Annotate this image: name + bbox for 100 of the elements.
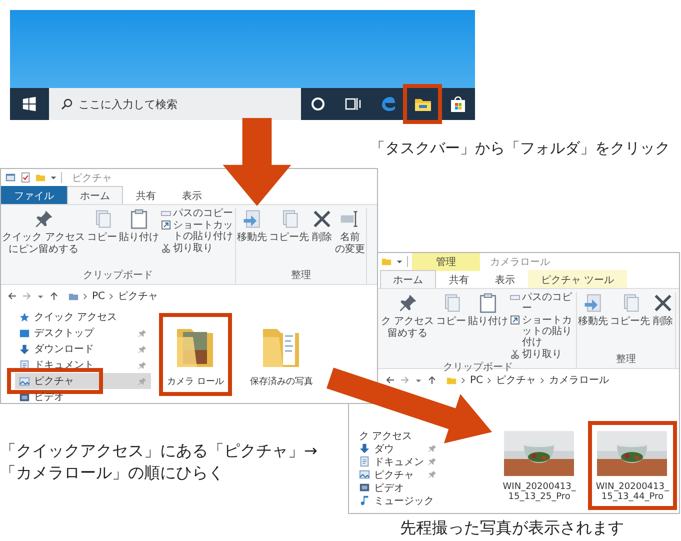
nav-item[interactable]: ピクチャ bbox=[15, 373, 151, 389]
search-icon bbox=[60, 98, 73, 110]
ribbon-button[interactable]: コピー bbox=[87, 208, 118, 244]
music-icon bbox=[359, 495, 370, 506]
nav-item[interactable]: ク アクセス bbox=[355, 429, 441, 442]
back-arrow-icon[interactable] bbox=[7, 291, 17, 301]
chevron-icon bbox=[461, 376, 466, 384]
nav-item[interactable]: デスクトップ bbox=[15, 325, 151, 341]
ribbon-button[interactable]: 貼り付け bbox=[119, 208, 160, 244]
ribbon-button[interactable]: ク アクセス 留めする bbox=[381, 292, 434, 340]
caption: 「クイックアクセス」にある「ピクチャ」→ bbox=[0, 440, 318, 462]
caption: 先程撮った写真が表示されます bbox=[400, 518, 624, 539]
download-icon bbox=[19, 344, 30, 354]
windows-icon[interactable] bbox=[22, 96, 37, 112]
breadcrumb[interactable]: カメラロール bbox=[549, 373, 610, 387]
nav-item[interactable]: ビデオ bbox=[15, 389, 151, 403]
ribbon-button[interactable]: パスのコピー bbox=[161, 208, 234, 219]
caret-icon[interactable] bbox=[50, 174, 57, 181]
ribbon-button[interactable]: 削除 bbox=[652, 292, 674, 328]
ribbon-tab[interactable]: ホーム bbox=[380, 270, 436, 288]
ribbon-button[interactable]: 移動先 bbox=[237, 208, 268, 244]
ribbon-tab[interactable]: 表示 bbox=[482, 270, 528, 288]
window-icon[interactable] bbox=[5, 172, 16, 183]
file-name: 保存済みの写真 bbox=[250, 376, 313, 388]
file-name: カメラ ロール bbox=[167, 376, 224, 388]
ribbon-tab[interactable]: 表示 bbox=[169, 186, 215, 204]
nav-item[interactable]: ビデオ bbox=[355, 481, 441, 494]
ribbon-button[interactable]: 移動先 bbox=[578, 292, 608, 328]
ribbon-button[interactable]: コピー先 bbox=[610, 292, 650, 328]
pin-icon[interactable] bbox=[138, 344, 147, 354]
chevron-icon bbox=[83, 292, 88, 300]
file-item[interactable]: カメラ ロール bbox=[159, 313, 232, 396]
pin-icon[interactable] bbox=[428, 457, 437, 466]
ribbon-tab[interactable]: ホーム bbox=[67, 186, 123, 204]
shortcut-icon bbox=[161, 220, 172, 230]
ribbon-tab[interactable]: 共有 bbox=[123, 186, 169, 204]
ribbon-tab[interactable]: ピクチャ ツール bbox=[528, 270, 628, 288]
ribbon-tab[interactable]: 共有 bbox=[436, 270, 482, 288]
ribbon-button[interactable]: クイック アクセス にピン留めする bbox=[2, 208, 86, 256]
caption: 「タスクバー」から「フォルダ」をクリック bbox=[370, 139, 670, 158]
ribbon-button[interactable]: 切り取り bbox=[161, 243, 234, 254]
forward-arrow-icon[interactable] bbox=[400, 375, 410, 385]
pin-icon[interactable] bbox=[138, 328, 147, 338]
document-icon bbox=[359, 456, 370, 467]
nav-item[interactable]: クイック アクセス bbox=[15, 309, 151, 325]
download-icon bbox=[359, 443, 370, 454]
nav-item[interactable]: ピクチャ bbox=[355, 468, 441, 481]
scissors-icon bbox=[510, 349, 520, 359]
pin-icon[interactable] bbox=[428, 444, 437, 453]
caret-icon[interactable] bbox=[37, 292, 44, 300]
caret-icon[interactable] bbox=[415, 376, 422, 384]
ribbon-tab[interactable]: ファイル bbox=[1, 186, 67, 204]
scissors-icon bbox=[161, 243, 172, 253]
ribbon-button[interactable]: 名前 の変更 bbox=[335, 208, 366, 256]
window-title: ピクチャ bbox=[72, 172, 112, 184]
ribbon-button[interactable]: コピー先 bbox=[269, 208, 310, 244]
back-arrow-icon[interactable] bbox=[385, 375, 395, 385]
up-arrow-icon[interactable] bbox=[49, 291, 59, 301]
desktop-icon bbox=[19, 328, 30, 338]
group-label: 整理 bbox=[615, 353, 638, 367]
window-title: カメラロール bbox=[490, 256, 550, 268]
caret-icon[interactable] bbox=[396, 258, 403, 265]
breadcrumb[interactable]: PC bbox=[470, 374, 484, 386]
ribbon-button[interactable]: 切り取り bbox=[510, 349, 576, 360]
group-label: 整理 bbox=[290, 269, 312, 283]
ribbon-button[interactable]: 削除 bbox=[311, 208, 334, 244]
ribbon-button[interactable]: ショートカットの貼り付け bbox=[161, 220, 234, 242]
ribbon-button[interactable]: コピー bbox=[436, 292, 466, 328]
ribbon-button[interactable]: パスのコピー bbox=[510, 292, 576, 314]
breadcrumb[interactable]: ピクチャ bbox=[496, 373, 536, 387]
breadcrumb[interactable]: PC bbox=[92, 290, 106, 302]
checklist-icon[interactable] bbox=[20, 172, 31, 183]
path-icon bbox=[510, 292, 520, 302]
nav-item[interactable]: ダウンロード bbox=[15, 341, 151, 357]
group-label: クリップボード bbox=[82, 268, 154, 283]
star-icon bbox=[19, 312, 30, 322]
pin-icon[interactable] bbox=[138, 360, 147, 370]
search-field[interactable]: ここに入力して検索 bbox=[48, 88, 301, 120]
video-icon bbox=[359, 482, 370, 493]
chevron-icon bbox=[540, 376, 546, 384]
ribbon-button[interactable]: ショートカットの貼り付け bbox=[510, 315, 576, 348]
nav-item[interactable]: ドキュメン bbox=[355, 455, 441, 468]
caption: 「カメラロール」の順にひらく bbox=[0, 462, 225, 484]
nav-item[interactable]: ミュージック bbox=[355, 494, 441, 507]
up-arrow-icon[interactable] bbox=[427, 375, 437, 385]
ribbon-button[interactable]: 貼り付け bbox=[468, 292, 508, 328]
file-name: WIN_20200413_ 15_13_25_Pro bbox=[502, 482, 576, 502]
address-bar[interactable]: PC ピクチャ bbox=[64, 287, 377, 305]
nav-item[interactable]: ダウ bbox=[355, 442, 441, 455]
file-item[interactable]: WIN_20200413_ 15_13_44_Pro bbox=[588, 421, 677, 510]
pin-icon[interactable] bbox=[428, 470, 437, 479]
file-name: WIN_20200413_ 15_13_44_Pro bbox=[596, 482, 669, 502]
breadcrumb[interactable]: ピクチャ bbox=[118, 289, 158, 303]
pictures-icon bbox=[359, 469, 370, 480]
pictures-icon bbox=[19, 376, 30, 386]
file-item[interactable]: WIN_20200413_ 15_13_25_Pro bbox=[494, 421, 584, 510]
context-tab-header: 管理 bbox=[412, 253, 480, 270]
shortcut-icon bbox=[510, 315, 520, 325]
forward-arrow-icon[interactable] bbox=[22, 291, 32, 301]
file-item[interactable]: 保存済みの写真 bbox=[242, 313, 321, 396]
